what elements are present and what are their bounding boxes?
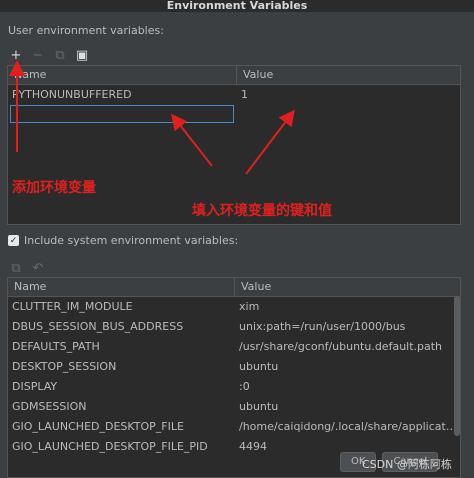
env-name-cell: DBUS_SESSION_BUS_ADDRESS [12, 320, 184, 333]
table-row[interactable]: PYTHONUNBUFFERED 1 [8, 85, 460, 105]
env-name-cell: GDMSESSION [12, 400, 87, 413]
table-row[interactable]: DISPLAY :0 [8, 377, 460, 397]
env-value-cell[interactable]: 1 [237, 85, 459, 105]
copy-icon[interactable]: ⧉ [8, 260, 24, 276]
env-name-cell: DEFAULTS_PATH [12, 340, 100, 353]
table-row[interactable]: GDMSESSION ubuntu [8, 397, 460, 417]
include-system-vars-label: Include system environment variables: [24, 234, 239, 247]
env-name-cell[interactable]: PYTHONUNBUFFERED [8, 85, 237, 105]
include-system-vars-row[interactable]: ✓ Include system environment variables: [8, 234, 238, 247]
env-value-cell: /usr/share/gconf/ubuntu.default.path [239, 340, 443, 353]
system-env-table: Name Value CLUTTER_IM_MODULE xim DBUS_SE… [7, 277, 461, 478]
include-system-vars-checkbox[interactable]: ✓ [8, 235, 19, 246]
annotation-add-var: 添加环境变量 [12, 180, 96, 196]
env-value-cell: :0 [239, 380, 250, 393]
table-row[interactable]: DEFAULTS_PATH /usr/share/gconf/ubuntu.de… [8, 337, 460, 357]
system-env-scrollbar[interactable] [454, 296, 460, 436]
env-value-cell: unix:path=/run/user/1000/bus [239, 320, 406, 333]
system-env-table-header: Name Value [8, 278, 460, 297]
annotation-key-value: 填入环境变量的键和值 [192, 203, 332, 219]
name-column-header[interactable]: Name [8, 66, 237, 84]
add-icon[interactable]: + [8, 47, 24, 63]
table-row[interactable]: GIO_LAUNCHED_DESKTOP_FILE /home/caiqidon… [8, 417, 460, 437]
value-column-header[interactable]: Value [237, 66, 459, 84]
user-env-toolbar: + − ⧉ ▣ [8, 46, 90, 64]
user-env-label: User environment variables: [8, 24, 164, 37]
value-column-header[interactable]: Value [235, 278, 459, 296]
window-title: Environment Variables [0, 0, 474, 12]
system-env-toolbar: ⧉ ↶ [8, 259, 46, 277]
env-value-cell: ubuntu [239, 360, 279, 373]
copy-icon[interactable]: ⧉ [52, 47, 68, 63]
env-name-edit-field[interactable] [10, 105, 234, 123]
env-value-cell: ubuntu [239, 400, 279, 413]
table-row[interactable]: DBUS_SESSION_BUS_ADDRESS unix:path=/run/… [8, 317, 460, 337]
env-name-cell: DESKTOP_SESSION [12, 360, 117, 373]
table-row[interactable]: CLUTTER_IM_MODULE xim [8, 297, 460, 317]
undo-icon[interactable]: ↶ [30, 260, 46, 276]
env-value-cell: xim [239, 300, 260, 313]
env-name-cell: GIO_LAUNCHED_DESKTOP_FILE_PID [12, 440, 208, 453]
paste-icon[interactable]: ▣ [74, 47, 90, 63]
env-value-cell: /home/caiqidong/.local/share/applicatio.… [239, 420, 459, 433]
name-column-header[interactable]: Name [8, 278, 235, 296]
env-name-cell: DISPLAY [12, 380, 58, 393]
remove-icon[interactable]: − [30, 47, 46, 63]
env-name-cell: GIO_LAUNCHED_DESKTOP_FILE [12, 420, 184, 433]
table-row[interactable]: DESKTOP_SESSION ubuntu [8, 357, 460, 377]
user-env-table-header: Name Value [8, 66, 460, 85]
watermark: CSDN @阿栋阿栋 [362, 458, 452, 471]
env-name-cell: CLUTTER_IM_MODULE [12, 300, 133, 313]
table-row-editing[interactable] [8, 105, 460, 125]
